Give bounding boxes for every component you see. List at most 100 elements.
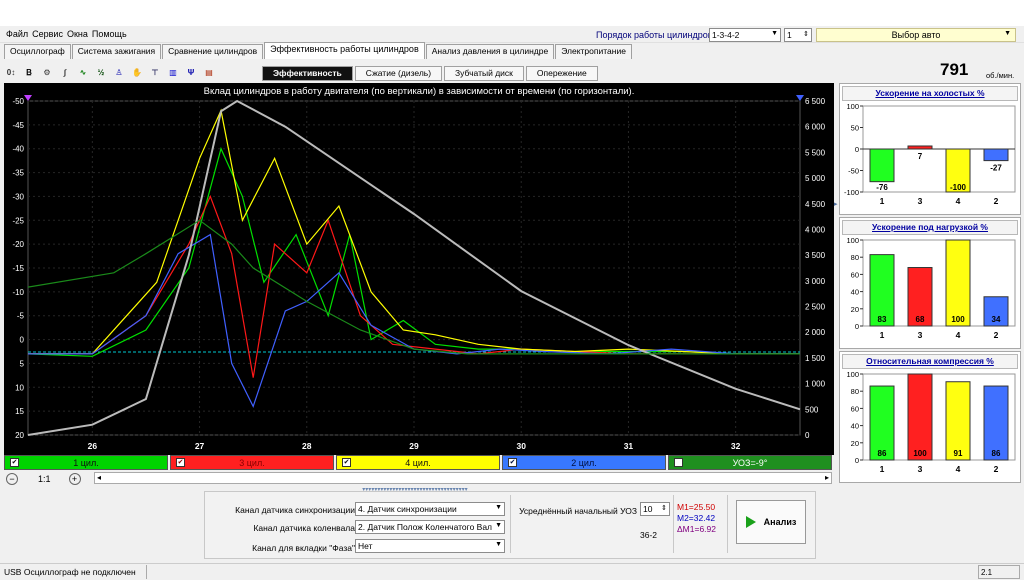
- horizontal-scrollbar[interactable]: ◂ ▸: [94, 472, 832, 484]
- mini-y-tick-label: 0: [855, 456, 859, 465]
- status-text: USB Осциллограф не подключен: [4, 567, 136, 577]
- series-line-4: [28, 233, 800, 408]
- zoom-level: 1:1: [38, 473, 51, 484]
- checkbox-icon[interactable]: ✔: [176, 458, 185, 467]
- compression-title[interactable]: Относительная компрессия %: [842, 354, 1018, 369]
- analyze-button[interactable]: Анализ: [736, 500, 806, 544]
- settings-panel: Канал датчика синхронизации 4. Датчик си…: [204, 491, 816, 559]
- algebra-icon[interactable]: ½: [94, 65, 108, 79]
- avg-uoz-input[interactable]: 10 ⇕: [640, 502, 670, 516]
- x-tick-label: 27: [195, 441, 205, 451]
- wheel-icon[interactable]: ⚙: [40, 65, 54, 79]
- mini-bar: [945, 239, 971, 327]
- efficiency-chart[interactable]: Вклад цилиндров в работу двигателя (по в…: [4, 83, 834, 455]
- mini-y-tick-label: 0: [855, 145, 859, 154]
- menu-windows[interactable]: Окна: [67, 29, 88, 39]
- mini-bar-label: 86: [878, 449, 887, 458]
- mini-bar-label: -100: [950, 183, 967, 192]
- y-left-tick-label: -50: [12, 97, 24, 106]
- sync-channel-select[interactable]: 4. Датчик синхронизации ▼: [355, 502, 505, 516]
- y-left-tick-label: -15: [12, 264, 24, 273]
- tab-oscilloscope[interactable]: Осциллограф: [4, 44, 71, 59]
- integral-icon[interactable]: ∫: [58, 65, 72, 79]
- marker-m1-triangle: [24, 95, 32, 101]
- load-accel-box: Ускорение под нагрузкой % 100 80 60 40 20 0 83…: [839, 217, 1021, 349]
- x-tick-label: 31: [624, 441, 634, 451]
- mini-y-tick-label: 100: [846, 370, 859, 379]
- mini-category-label: 2: [994, 330, 999, 340]
- bold-b-icon[interactable]: B̲: [22, 65, 36, 79]
- divider: [673, 495, 674, 553]
- legend-cyl-4[interactable]: ✔ 4 цил.: [336, 455, 500, 470]
- car-select[interactable]: Выбор авто ▼: [816, 28, 1016, 42]
- subtab-diesel-compression[interactable]: Сжатие (дизель): [354, 66, 443, 81]
- idle-accel-box: Ускорение на холостых % 100 50 0 -50 -100 -76…: [839, 83, 1021, 215]
- uoz-icon[interactable]: Ψ: [184, 65, 198, 79]
- crank-channel-select[interactable]: 2. Датчик Полож Коленчатого Вал ▼: [355, 520, 505, 534]
- mini-category-label: 1: [880, 196, 885, 206]
- tab-ignition[interactable]: Система зажигания: [71, 44, 162, 59]
- firing-order-num[interactable]: 1 ⇕: [784, 28, 812, 42]
- chevron-down-icon: ▼: [495, 504, 502, 511]
- phase-channel-select[interactable]: Нет ▼: [355, 539, 505, 553]
- checkbox-icon[interactable]: ✔: [508, 458, 517, 467]
- y-left-tick-label: -5: [17, 312, 25, 321]
- tab-cylinder-compare[interactable]: Сравнение цилиндров: [162, 44, 264, 59]
- side-collapse-icon[interactable]: ▸: [834, 200, 838, 208]
- spin-icon[interactable]: 0↕: [4, 65, 18, 79]
- y-left-tick-label: 20: [15, 431, 24, 440]
- legend-cyl-2[interactable]: ✔ 2 цил.: [502, 455, 666, 470]
- toolbar: 0↕ B̲ ⚙ ∫ ∿ ½ ♙ ✋ ⊤ ▥ Ψ ▤: [4, 62, 220, 82]
- hand-icon[interactable]: ✋: [130, 65, 144, 79]
- subtab-tooth-disk[interactable]: Зубчатый диск: [444, 66, 524, 81]
- mini-bar-label: -76: [876, 183, 888, 192]
- person-icon[interactable]: ♙: [112, 65, 126, 79]
- idle-accel-title[interactable]: Ускорение на холостых %: [842, 86, 1018, 101]
- scroll-left-icon[interactable]: ◂: [97, 473, 101, 482]
- phase-channel-label: Канал для вкладки "Фаза": [252, 543, 355, 553]
- bars-icon[interactable]: ▥: [166, 65, 180, 79]
- y-right-tick-label: 6 000: [805, 123, 826, 132]
- mini-y-tick-label: -50: [848, 167, 859, 176]
- checkbox-icon[interactable]: ✔: [10, 458, 19, 467]
- tab-pressure[interactable]: Анализ давления в цилиндре: [425, 44, 555, 59]
- mini-category-label: 3: [918, 330, 923, 340]
- y-left-tick-label: -20: [12, 240, 24, 249]
- mini-bar-label: 7: [918, 152, 923, 161]
- chevron-down-icon: ▼: [771, 30, 778, 37]
- zoom-out-icon[interactable]: −: [6, 472, 18, 485]
- scroll-right-icon[interactable]: ▸: [825, 473, 829, 482]
- line-chart-icon[interactable]: ∿: [76, 65, 90, 79]
- mini-bar-label: 34: [992, 315, 1001, 324]
- mini-category-label: 1: [880, 330, 885, 340]
- tab-efficiency[interactable]: Эффективность работы цилиндров: [264, 42, 425, 59]
- tab-power[interactable]: Электропитание: [555, 44, 632, 59]
- checkbox-icon[interactable]: ✔: [342, 458, 351, 467]
- play-icon: [745, 516, 756, 528]
- firing-order-label: Порядок работы цилиндров: [596, 30, 713, 40]
- y-left-tick-label: 5: [20, 359, 25, 368]
- zoom-in-icon[interactable]: +: [68, 472, 81, 485]
- sync-channel-label: Канал датчика синхронизации: [235, 505, 355, 515]
- subtab-efficiency[interactable]: Эффективность: [262, 66, 353, 81]
- mini-category-label: 2: [994, 464, 999, 474]
- checkbox-icon[interactable]: ✔: [674, 458, 683, 467]
- legend-cyl-1[interactable]: ✔ 1 цил.: [4, 455, 168, 470]
- mini-y-tick-label: 60: [851, 404, 859, 413]
- menu-service[interactable]: Сервис: [32, 29, 63, 39]
- mini-y-tick-label: 80: [851, 387, 859, 396]
- menu-file[interactable]: Файл: [6, 29, 28, 39]
- x-tick-label: 29: [409, 441, 419, 451]
- menu-help[interactable]: Помощь: [92, 29, 127, 39]
- marker-icon[interactable]: ⊤: [148, 65, 162, 79]
- subtab-advance[interactable]: Опережение: [525, 66, 598, 81]
- firing-order-select[interactable]: 1-3-4-2 ▼: [709, 28, 781, 42]
- legend-uoz[interactable]: ✔ УОЗ=-9°: [668, 455, 832, 470]
- mini-bar-label: 83: [878, 315, 887, 324]
- x-tick-label: 30: [516, 441, 526, 451]
- mini-bar-label: 86: [992, 449, 1001, 458]
- y-left-tick-label: -25: [12, 216, 24, 225]
- legend-cyl-3[interactable]: ✔ 3 цил.: [170, 455, 334, 470]
- analysis-icon[interactable]: ▤: [202, 65, 216, 79]
- load-accel-title[interactable]: Ускорение под нагрузкой %: [842, 220, 1018, 235]
